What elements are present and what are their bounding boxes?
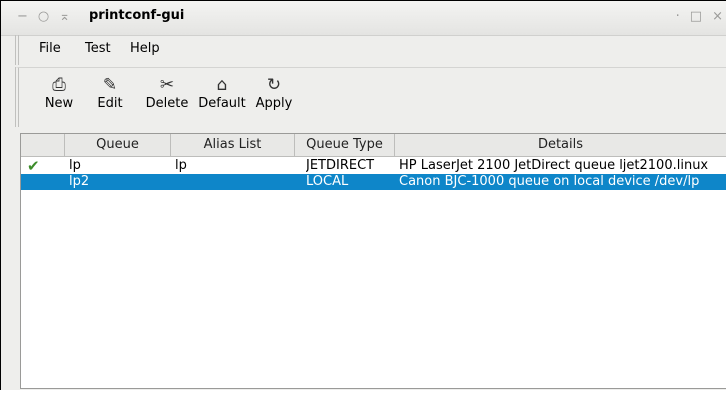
window-title: printconf-gui: [89, 8, 185, 23]
default-check-icon: [27, 174, 57, 190]
default-check-icon: ✔: [27, 158, 40, 174]
printconf-window: − ○ ⌅ printconf-gui · □ × File Test Help…: [0, 0, 726, 390]
menu-bar: File Test Help: [15, 35, 726, 65]
title-bar-right-controls: · □ ×: [676, 9, 723, 24]
edit-button[interactable]: ✎ Edit: [93, 74, 127, 111]
column-header-queue-type[interactable]: Queue Type: [295, 134, 395, 156]
shade-icon[interactable]: ○: [38, 9, 49, 24]
delete-button-label: Delete: [145, 96, 189, 111]
queue-type-cell: LOCAL: [306, 174, 349, 189]
column-header-alias-list[interactable]: Alias List: [171, 134, 295, 156]
delete-button[interactable]: ✂ Delete: [143, 74, 191, 111]
table-header: Queue Alias List Queue Type Details: [21, 134, 726, 157]
menu-dot-icon[interactable]: ·: [676, 9, 680, 24]
table-row-selected[interactable]: lp2 LOCAL Canon BJC-1000 queue on local …: [21, 174, 726, 190]
apply-button[interactable]: ↻ Apply: [253, 74, 295, 111]
close-icon[interactable]: ×: [712, 9, 723, 24]
column-header-details[interactable]: Details: [395, 134, 726, 156]
default-button[interactable]: ⌂ Default: [195, 74, 249, 111]
toolbar: ⎙ New ✎ Edit ✂ Delete ⌂ Default ↻ Apply: [15, 67, 726, 127]
maximize-icon[interactable]: □: [690, 9, 702, 24]
edit-button-label: Edit: [97, 96, 123, 111]
refresh-icon: ↻: [266, 75, 282, 95]
alias-cell: lp: [175, 158, 187, 173]
new-button-label: New: [44, 96, 74, 111]
table-row[interactable]: ✔ lp lp JETDIRECT HP LaserJet 2100 JetDi…: [21, 158, 726, 174]
column-header-queue[interactable]: Queue: [65, 134, 171, 156]
apply-button-label: Apply: [255, 96, 293, 111]
alias-cell: [175, 174, 291, 190]
queue-cell: lp: [69, 158, 81, 173]
title-bar: − ○ ⌅ printconf-gui · □ ×: [1, 1, 726, 36]
queue-type-cell: JETDIRECT: [306, 158, 375, 173]
queue-table[interactable]: Queue Alias List Queue Type Details ✔ lp…: [20, 133, 726, 389]
default-button-label: Default: [198, 96, 246, 111]
column-header-default[interactable]: [21, 134, 65, 156]
title-bar-left-controls: − ○ ⌅: [17, 9, 70, 24]
details-cell: HP LaserJet 2100 JetDirect queue ljet210…: [399, 158, 709, 173]
printer-icon: ⎙: [52, 75, 66, 95]
queue-cell: lp2: [69, 174, 90, 189]
edit-hand-icon: ✎: [102, 75, 118, 95]
stick-icon[interactable]: ⌅: [59, 9, 70, 24]
details-cell: Canon BJC-1000 queue on local device /de…: [399, 174, 700, 189]
menu-file[interactable]: File: [39, 41, 61, 56]
menu-test[interactable]: Test: [85, 41, 111, 56]
menu-help[interactable]: Help: [130, 41, 160, 56]
new-button[interactable]: ⎙ New: [41, 74, 77, 111]
home-icon: ⌂: [216, 75, 228, 95]
scissors-icon: ✂: [159, 75, 175, 95]
minimize-icon[interactable]: −: [17, 9, 28, 24]
